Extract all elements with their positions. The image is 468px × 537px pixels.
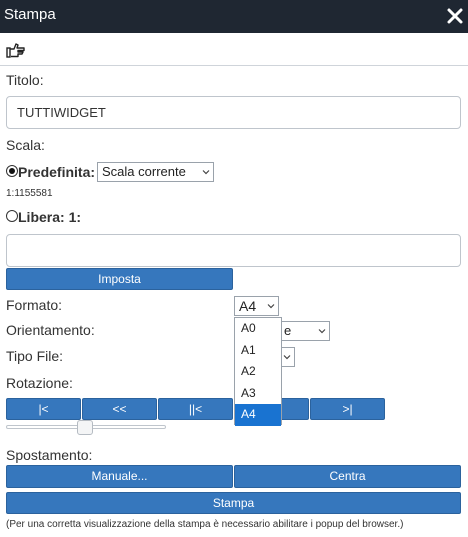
rotate-first-button[interactable]: |< [6,398,81,420]
close-icon[interactable] [446,5,464,27]
predefinita-label: Predefinita: [18,164,96,180]
orientamento-label: Orientamento: [6,322,95,338]
formato-option[interactable]: A3 [235,383,281,405]
rotate-prev-fast-button[interactable]: << [82,398,157,420]
rotation-slider-thumb[interactable] [77,420,93,435]
formato-label: Formato: [6,297,63,313]
rotate-prev-button[interactable]: ||< [158,398,233,420]
scala-label: Scala: [6,137,45,153]
formato-option[interactable]: A0 [235,318,281,340]
titolo-label: Titolo: [6,72,44,88]
libera-label: Libera: 1: [18,209,82,225]
toolbar-divider [0,65,468,66]
titolo-input[interactable]: TUTTIWIDGET [6,96,461,129]
manuale-button[interactable]: Manuale... [6,465,233,488]
popup-footnote: (Per una corretta visualizzazione della … [6,519,404,530]
libera-radio[interactable] [6,210,18,222]
formato-select-value: A4 [239,298,257,314]
chevron-down-icon [318,329,326,334]
scala-select-value: Scala corrente [102,164,186,179]
current-scale-value: 1:1155581 [6,188,53,199]
scala-select[interactable]: Scala corrente [97,162,214,182]
formato-dropdown-list: A0 A1 A2 A3 A4 [234,317,282,426]
imposta-button[interactable]: Imposta [6,268,233,290]
predefinita-radio[interactable] [6,165,18,177]
chevron-down-icon [267,304,275,309]
rotate-last-button[interactable]: >| [310,398,385,420]
formato-select[interactable]: A4 [234,296,279,316]
libera-scale-input[interactable] [6,234,461,267]
chevron-down-icon [202,170,210,175]
tipo-file-label: Tipo File: [6,348,64,364]
dialog-title: Stampa [4,6,56,23]
dialog-titlebar: Stampa [0,0,468,33]
orientamento-select-value: e [284,323,292,338]
rotazione-label: Rotazione: [6,375,73,391]
formato-option-selected[interactable]: A4 [235,404,281,426]
spostamento-label: Spostamento: [6,447,93,463]
formato-option[interactable]: A2 [235,361,281,383]
chevron-down-icon [283,355,291,360]
stampa-button[interactable]: Stampa [6,492,461,514]
centra-button[interactable]: Centra [234,465,461,488]
formato-option[interactable]: A1 [235,340,281,362]
hand-pointer-icon[interactable] [6,42,26,58]
